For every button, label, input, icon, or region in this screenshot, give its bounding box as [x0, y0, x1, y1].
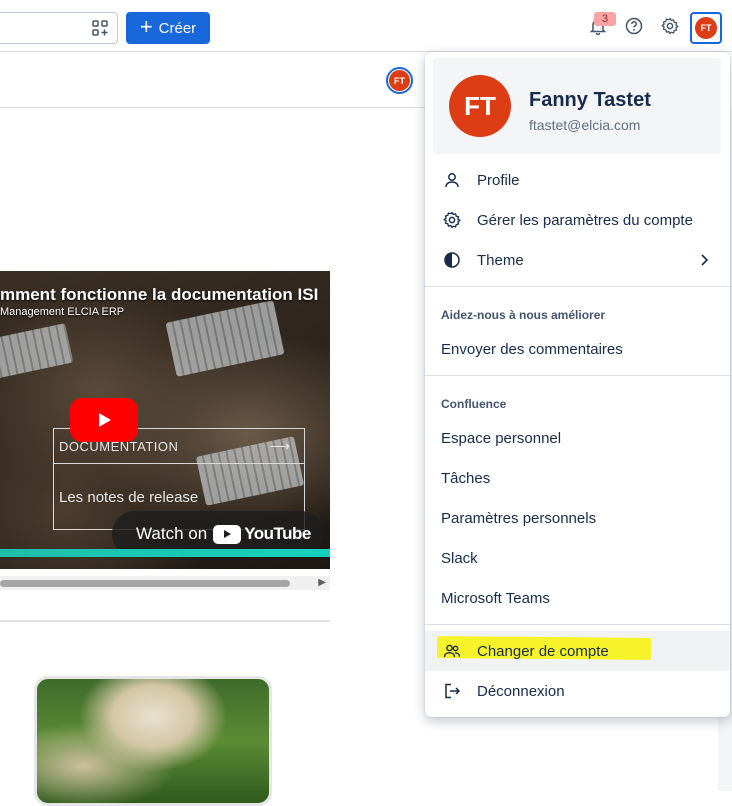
apps-icon[interactable] [91, 19, 109, 37]
menu-item-personal-space[interactable]: Espace personnel [425, 418, 730, 458]
menu-item-profile[interactable]: Profile [425, 160, 730, 200]
menu-item-label: Changer de compte [477, 642, 609, 660]
menu-item-manage-account[interactable]: Gérer les paramètres du compte [425, 200, 730, 240]
plus-icon: + [139, 14, 153, 39]
divider [54, 463, 304, 464]
help-button[interactable] [622, 14, 646, 38]
menu-divider [425, 375, 730, 376]
menu-item-label: Microsoft Teams [441, 589, 550, 607]
menu-item-label: Tâches [441, 469, 491, 487]
person-icon [445, 173, 459, 188]
avatar: FT [389, 70, 410, 91]
books-image [34, 676, 272, 806]
menu-item-tasks[interactable]: Tâches [425, 458, 730, 498]
create-button[interactable]: + Créer [126, 12, 210, 44]
content-divider [0, 620, 330, 622]
menu-item-theme[interactable]: Theme [425, 240, 730, 280]
page-author-avatar[interactable]: FT [386, 67, 413, 94]
video-banner-strip [0, 549, 330, 557]
top-navigation: + Créer 3 FT [0, 0, 732, 52]
menu-item-label: Espace personnel [441, 429, 562, 447]
youtube-label: YouTube [244, 524, 311, 543]
menu-divider [425, 286, 730, 287]
play-button[interactable] [70, 398, 138, 442]
create-button-label: Créer [158, 19, 197, 37]
youtube-play-icon [213, 524, 242, 544]
arrow-right-icon: ⟶ [269, 438, 290, 454]
menu-item-slack[interactable]: Slack [425, 538, 730, 578]
gear-icon [443, 211, 461, 229]
logout-icon [445, 683, 461, 699]
menu-item-personal-settings[interactable]: Paramètres personnels [425, 498, 730, 538]
people-icon [443, 644, 461, 658]
account-avatar-button[interactable]: FT [690, 12, 722, 44]
video-title[interactable]: mment fonctionne la documentation ISI [0, 285, 318, 305]
scroll-right-icon[interactable]: ▶ [318, 577, 326, 588]
release-notes-label: Les notes de release [59, 489, 199, 506]
menu-item-label: Profile [477, 171, 520, 189]
menu-item-logout[interactable]: Déconnexion [425, 671, 730, 711]
menu-item-label: Slack [441, 549, 478, 567]
menu-item-label: Gérer les paramètres du compte [477, 211, 693, 229]
video-subtitle: Management ELCIA ERP [0, 306, 125, 318]
youtube-logo: YouTube [213, 524, 311, 544]
notification-badge: 3 [594, 12, 616, 26]
youtube-video-embed[interactable]: mment fonctionne la documentation ISI Ma… [0, 271, 330, 569]
horizontal-scrollbar[interactable]: ▶ [0, 576, 330, 590]
search-input[interactable] [0, 12, 118, 44]
menu-item-label: Theme [477, 251, 524, 269]
half-circle-icon [444, 252, 460, 268]
profile-name: Fanny Tastet [529, 89, 651, 111]
menu-item-switch-account[interactable]: Changer de compte [425, 631, 730, 671]
gear-icon [661, 17, 679, 35]
section-heading: Aidez-nous à nous améliorer [441, 308, 606, 322]
watch-on-label: Watch on [136, 524, 208, 543]
account-menu: FT Fanny Tastet ftastet@elcia.com Profil… [425, 52, 730, 717]
profile-email: ftastet@elcia.com [529, 117, 641, 133]
avatar: FT [695, 17, 717, 39]
scrollbar-thumb[interactable] [0, 580, 290, 587]
help-icon [625, 17, 643, 35]
menu-item-label: Paramètres personnels [441, 509, 597, 527]
profile-card: FT Fanny Tastet ftastet@elcia.com [433, 58, 721, 154]
settings-button[interactable] [658, 14, 682, 38]
avatar: FT [449, 75, 511, 137]
menu-item-feedback[interactable]: Envoyer des commentaires [425, 329, 730, 369]
menu-item-microsoft-teams[interactable]: Microsoft Teams [425, 578, 730, 618]
chevron-right-icon [701, 254, 709, 266]
play-icon [99, 413, 111, 427]
menu-item-label: Envoyer des commentaires [441, 340, 623, 358]
section-heading: Confluence [441, 397, 507, 411]
menu-item-label: Déconnexion [477, 682, 565, 700]
menu-divider [425, 624, 730, 625]
